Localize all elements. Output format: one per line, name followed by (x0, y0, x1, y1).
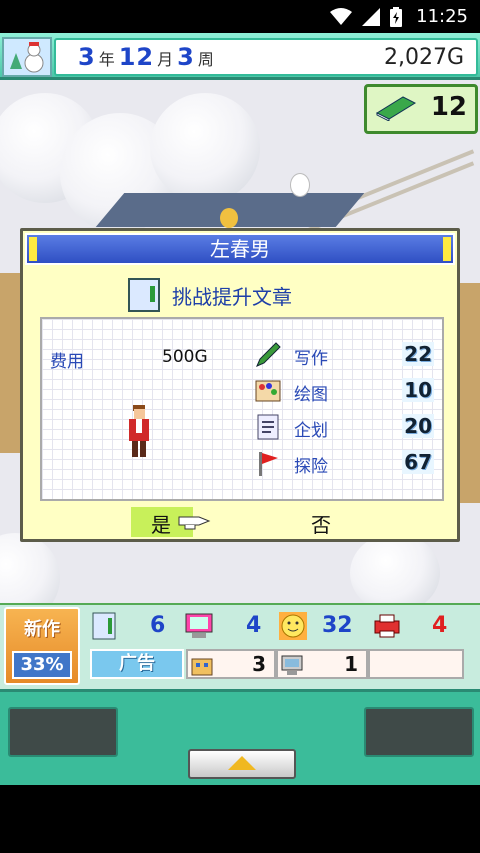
battery-icon (390, 7, 402, 27)
count-value: 32 (322, 613, 353, 638)
snow-tree (150, 93, 260, 203)
date-money-panel: 3 年 12 月 3 周 2,027G (54, 38, 478, 76)
book-icon (375, 96, 417, 121)
computer-icon (185, 613, 213, 638)
stat-row-writing: 写作 22 (254, 341, 434, 369)
pointing-hand-icon (178, 516, 211, 530)
count-item: 32 (278, 611, 368, 643)
count-item: 4 (372, 611, 472, 643)
flag-icon (259, 452, 278, 476)
printer-icon (374, 614, 400, 638)
smiley-icon (279, 612, 307, 640)
ad-button[interactable]: 广告 (90, 649, 184, 679)
stat-label: 写作 (294, 349, 328, 369)
new-work-button[interactable]: 新作 33% (4, 607, 80, 685)
count-value: 4 (432, 613, 448, 638)
year-unit: 年 (98, 50, 116, 69)
status-icons (330, 7, 402, 27)
expand-menu-button[interactable] (188, 749, 296, 779)
document-icon (92, 612, 116, 640)
fee-label: 费用 (50, 352, 84, 372)
books-button[interactable]: 12 (364, 84, 478, 134)
count-value: 4 (246, 613, 262, 638)
building-icon (191, 658, 213, 676)
dialog-title: 左春男 (25, 233, 455, 265)
document-icon (128, 278, 160, 312)
snow-tree (350, 533, 440, 603)
document-icon (257, 414, 279, 440)
stat-label: 探险 (294, 457, 328, 477)
week-unit: 周 (197, 50, 215, 69)
new-work-label: 新作 (24, 619, 60, 640)
count-item: 6 (90, 611, 180, 643)
bottom-panel: 新作 33% 6 4 32 4 广告 3 1 (0, 603, 480, 785)
ad-count: 3 (252, 652, 266, 676)
status-bar: 11:25 (0, 0, 480, 33)
new-work-progress: 33% (12, 651, 72, 679)
stat-label: 绘图 (294, 385, 328, 405)
clock: 11:25 (416, 6, 468, 27)
snowman-figure (290, 173, 310, 197)
ad-count: 1 (344, 652, 358, 676)
character-sprite (220, 208, 238, 228)
stat-label: 企划 (294, 421, 328, 441)
info-grid: 费用 500G 写作 22 绘图 10 企划 20 探险 67 (40, 317, 444, 501)
right-menu-button[interactable] (364, 707, 474, 757)
month-unit: 月 (157, 50, 175, 69)
game-date: 3 年 12 月 3 周 (78, 43, 218, 71)
computer-icon (281, 655, 303, 675)
year-value: 3 (78, 43, 96, 71)
navigation-bar (0, 785, 480, 853)
ad-cell: 1 (276, 649, 368, 679)
up-arrow-icon (228, 756, 256, 770)
task-label: 挑战提升文章 (172, 284, 292, 309)
wifi-icon (330, 8, 352, 25)
money-display: 2,027G (383, 45, 464, 70)
stat-value: 20 (402, 414, 434, 438)
yes-label: 是 (151, 513, 171, 537)
month-value: 12 (118, 43, 155, 71)
character-portrait (129, 405, 149, 457)
stat-value: 67 (402, 450, 434, 474)
season-icon (2, 37, 52, 77)
count-item: 4 (184, 611, 274, 643)
palette-icon (255, 380, 281, 402)
count-value: 6 (150, 613, 166, 638)
stat-row-adventure: 探险 67 (254, 449, 434, 477)
ad-cell-empty (368, 649, 464, 679)
stat-value: 10 (402, 378, 434, 402)
stat-row-planning: 企划 20 (254, 413, 434, 441)
signal-icon (362, 8, 380, 26)
left-menu-button[interactable] (8, 707, 118, 757)
ad-cell: 3 (186, 649, 276, 679)
pencil-icon (256, 342, 281, 367)
task-header: 挑战提升文章 (128, 278, 292, 312)
stat-row-drawing: 绘图 10 (254, 377, 434, 405)
books-count: 12 (430, 92, 467, 122)
week-value: 3 (177, 43, 195, 71)
stat-value: 22 (402, 342, 434, 366)
challenge-dialog: 左春男 挑战提升文章 费用 500G 写作 22 绘图 10 企划 20 探险 … (20, 228, 460, 542)
snow-tree (0, 533, 60, 603)
no-button[interactable]: 否 (311, 509, 331, 538)
fee-value: 500G (162, 347, 208, 367)
